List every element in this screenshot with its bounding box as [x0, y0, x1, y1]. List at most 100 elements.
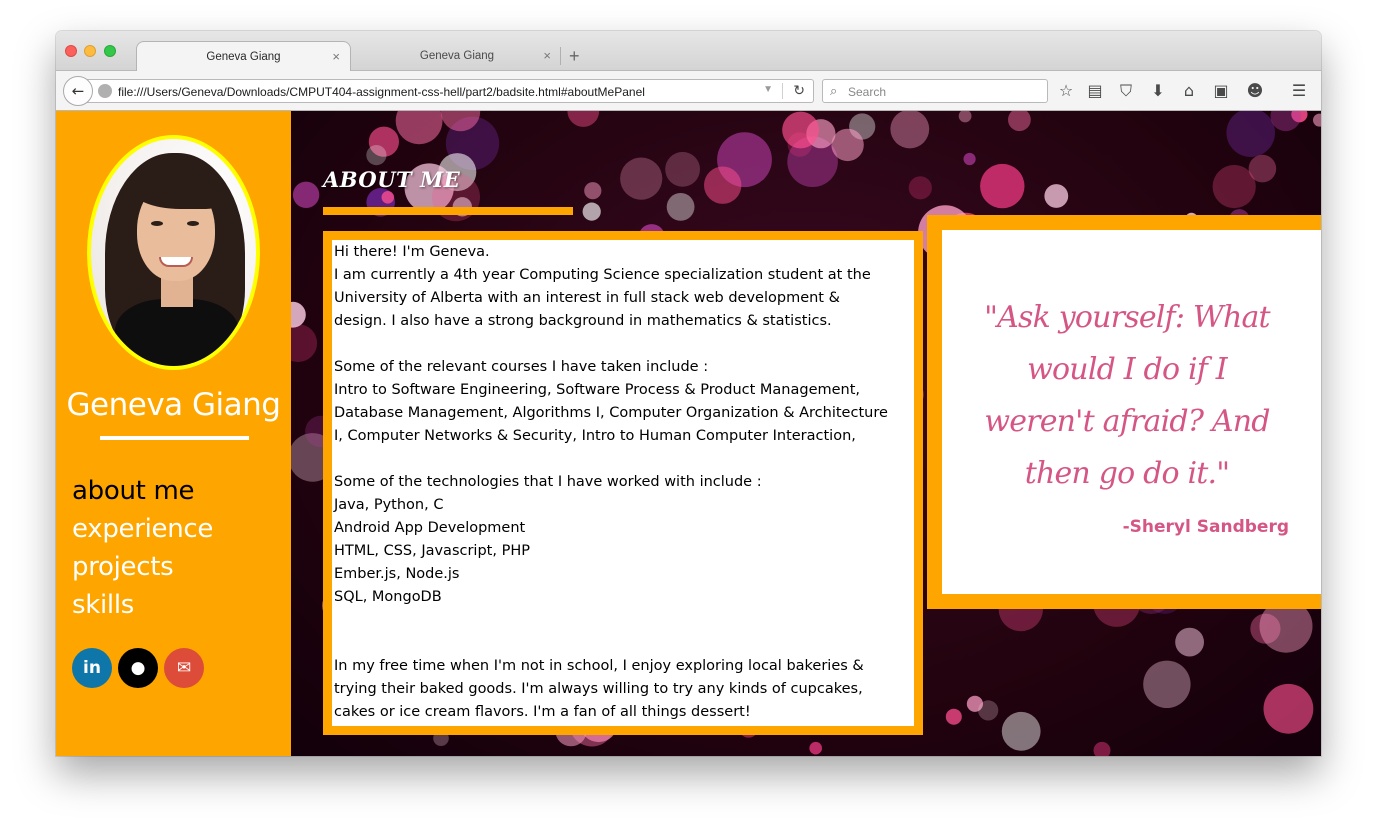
bokeh-dot: [665, 151, 700, 187]
bokeh-dot: [1263, 683, 1314, 734]
bokeh-dot: [620, 157, 663, 200]
bokeh-dot: [584, 182, 602, 200]
section-title: ABOUT ME: [323, 167, 461, 192]
profile-name: Geneva Giang: [66, 387, 281, 423]
url-dropdown-icon[interactable]: ▼: [763, 84, 773, 95]
globe-icon: [98, 84, 112, 98]
name-underline: [100, 436, 249, 440]
url-separator: [782, 83, 783, 99]
about-text-line: Database Management, Algorithms I, Compu…: [334, 405, 888, 421]
navigation-bar: file:///Users/Geneva/Downloads/CMPUT404-…: [56, 71, 1321, 111]
bokeh-dot: [1093, 741, 1111, 756]
email-icon[interactable]: ✉: [164, 648, 204, 688]
bokeh-dot: [291, 301, 306, 328]
bokeh-dot: [1212, 165, 1256, 209]
url-text[interactable]: file:///Users/Geneva/Downloads/CMPUT404-…: [118, 85, 645, 99]
search-placeholder: Search: [848, 85, 887, 99]
emoji-icon[interactable]: ☻: [1245, 81, 1265, 101]
about-text-line: design. I also have a strong background …: [334, 313, 832, 329]
bokeh-dot: [958, 111, 972, 123]
about-me-panel: Hi there! I'm Geneva. I am currently a 4t…: [323, 231, 923, 735]
tab-close-icon[interactable]: ×: [543, 48, 551, 63]
about-text-line: Ember.js, Node.js: [334, 566, 460, 582]
bokeh-dot: [809, 741, 822, 755]
close-window-button[interactable]: [65, 45, 77, 57]
about-text-line: Android App Development: [334, 520, 526, 536]
nav-item-about-me[interactable]: about me: [72, 472, 213, 510]
linkedin-icon[interactable]: in: [72, 648, 112, 688]
bokeh-dot: [582, 202, 601, 221]
bokeh-dot: [890, 111, 930, 149]
about-text-line: Some of the relevant courses I have take…: [334, 359, 709, 375]
bokeh-dot: [291, 324, 318, 362]
tab-title: Geneva Giang: [206, 51, 281, 63]
about-text-line: cakes or ice cream flavors. I'm a fan of…: [334, 704, 751, 720]
bokeh-dot: [978, 700, 999, 721]
minimize-window-button[interactable]: [84, 45, 96, 57]
sidebar-nav: about me experience projects skills: [72, 472, 213, 624]
about-text-line: In my free time when I'm not in school, …: [334, 658, 864, 674]
tab-strip: Geneva Giang × Geneva Giang × +: [56, 31, 1321, 71]
bokeh-dot: [945, 708, 962, 725]
bokeh-dot: [1044, 184, 1069, 208]
menu-icon[interactable]: ☰: [1289, 81, 1309, 101]
browser-window: Geneva Giang × Geneva Giang × + file:///…: [56, 31, 1321, 756]
about-text-line: trying their baked goods. I'm always wil…: [334, 681, 863, 697]
bokeh-dot: [1001, 711, 1041, 751]
pocket-icon[interactable]: ⛉: [1116, 81, 1136, 101]
back-arrow-icon: ←: [71, 82, 85, 100]
zoom-window-button[interactable]: [104, 45, 116, 57]
search-icon: ⌕: [830, 83, 838, 98]
tab-title: Geneva Giang: [419, 50, 495, 62]
bokeh-dot: [381, 191, 395, 204]
bokeh-dot: [963, 152, 976, 166]
home-icon[interactable]: ⌂: [1179, 81, 1199, 101]
reload-icon[interactable]: ↻: [793, 82, 805, 99]
bokeh-dot: [1175, 627, 1204, 657]
screenshot-icon[interactable]: ▣: [1211, 81, 1231, 101]
bokeh-dot: [1143, 660, 1191, 708]
back-button[interactable]: ←: [63, 76, 93, 106]
nav-item-skills[interactable]: skills: [72, 586, 213, 624]
about-text-line: Some of the technologies that I have wor…: [334, 474, 762, 490]
reading-list-icon[interactable]: ▤: [1085, 81, 1105, 101]
about-text-line: Intro to Software Engineering, Software …: [334, 382, 861, 398]
about-text-line: I am currently a 4th year Computing Scie…: [334, 267, 871, 283]
bokeh-dot: [831, 128, 864, 162]
url-bar[interactable]: file:///Users/Geneva/Downloads/CMPUT404-…: [86, 79, 814, 103]
bokeh-dot: [1270, 111, 1301, 132]
quote-panel: "Ask yourself: What would I do if I were…: [927, 215, 1321, 609]
social-links: in ● ✉: [72, 648, 204, 688]
about-text-line: I, Computer Networks & Security, Intro t…: [334, 428, 856, 444]
quote-author: -Sheryl Sandberg: [1122, 517, 1289, 537]
about-text-line: Hi there! I'm Geneva.: [334, 244, 490, 260]
about-text-line: University of Alberta with an interest i…: [334, 290, 840, 306]
tab-geneva-giang[interactable]: Geneva Giang ×: [353, 41, 561, 71]
sidebar: Geneva Giang about me experience project…: [56, 111, 291, 756]
bokeh-dot: [980, 163, 1025, 209]
about-text: Hi there! I'm Geneva. I am currently a 4t…: [332, 240, 914, 724]
bokeh-dot: [908, 176, 932, 200]
bokeh-dot: [782, 111, 819, 149]
about-text-line: Java, Python, C: [334, 497, 444, 513]
bokeh-dot: [292, 181, 320, 208]
bokeh-dot: [704, 166, 742, 204]
download-icon[interactable]: ⬇: [1148, 81, 1168, 101]
page-content: Geneva Giang about me experience project…: [56, 111, 1321, 756]
bookmark-star-icon[interactable]: ☆: [1056, 81, 1076, 101]
title-underline: [323, 207, 573, 215]
bokeh-dot: [1313, 113, 1321, 127]
github-icon[interactable]: ●: [118, 648, 158, 688]
new-tab-button[interactable]: +: [569, 46, 580, 67]
bokeh-dot: [1008, 111, 1031, 132]
nav-item-projects[interactable]: projects: [72, 548, 213, 586]
tab-geneva-giang-active[interactable]: Geneva Giang ×: [136, 41, 351, 71]
bokeh-dot: [395, 111, 443, 145]
bokeh-dot: [1226, 111, 1275, 157]
search-input[interactable]: ⌕ Search: [822, 79, 1048, 103]
bokeh-dot: [366, 145, 387, 166]
tab-close-icon[interactable]: ×: [332, 49, 340, 64]
nav-item-experience[interactable]: experience: [72, 510, 213, 548]
